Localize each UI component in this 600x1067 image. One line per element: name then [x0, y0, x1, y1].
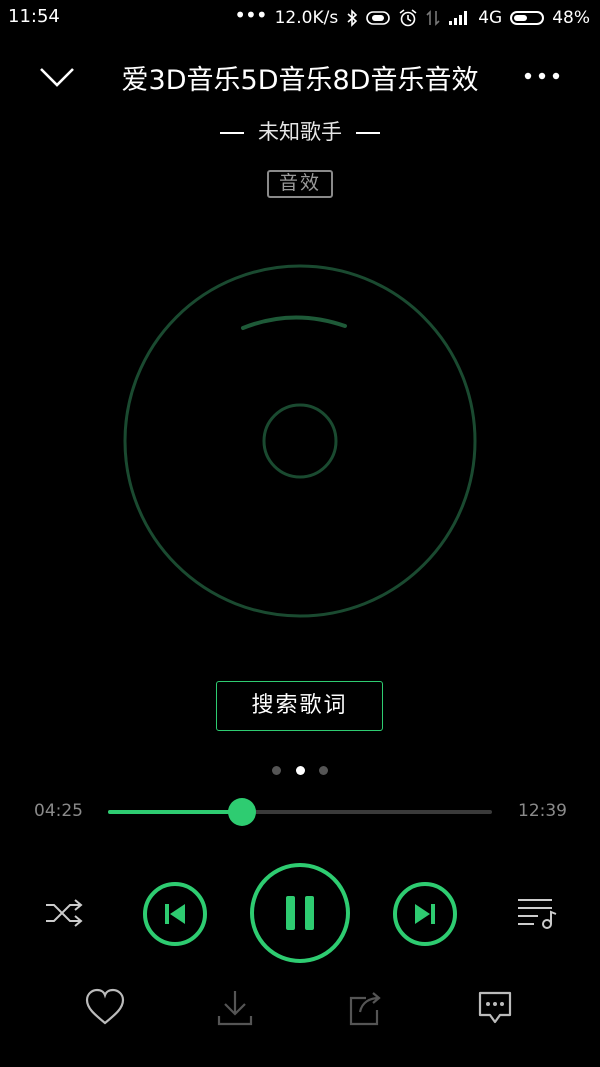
artist-dash-left: [220, 132, 244, 134]
bluetooth-icon: [347, 9, 358, 27]
sound-effect-badge[interactable]: 音效: [267, 170, 333, 198]
battery-icon: [510, 11, 545, 25]
search-lyrics-button[interactable]: 搜索歌词: [216, 681, 383, 731]
skip-next-icon: [415, 904, 435, 924]
pause-button[interactable]: [250, 863, 350, 963]
current-time: 04:25: [34, 801, 83, 821]
download-icon[interactable]: [216, 988, 254, 1028]
progress-slider[interactable]: [108, 798, 492, 826]
next-button[interactable]: [393, 882, 457, 946]
share-icon[interactable]: [346, 990, 384, 1028]
progress-played: [108, 810, 243, 814]
status-icons: ••• 12.0K/s 4G 48%: [234, 3, 590, 30]
total-time: 12:39: [518, 801, 567, 821]
network-speed: 12.0K/s: [274, 8, 339, 28]
network-type: 4G: [478, 8, 503, 28]
progress-thumb[interactable]: [228, 798, 257, 826]
song-title: 爱3D音乐5D音乐8D音乐音效: [121, 65, 479, 96]
shuffle-icon[interactable]: [44, 897, 84, 929]
status-time: 11:54: [8, 6, 60, 27]
disc-highlight-arc: [241, 315, 347, 330]
data-saver-icon: [366, 11, 391, 25]
previous-button[interactable]: [143, 882, 207, 946]
collapse-chevron-down-icon[interactable]: [38, 64, 76, 90]
data-arrows-icon: [426, 10, 440, 26]
pause-icon: [286, 896, 314, 930]
more-options-icon[interactable]: [522, 70, 562, 82]
vinyl-disc[interactable]: [123, 264, 477, 618]
artist-line[interactable]: 未知歌手: [150, 116, 450, 146]
notification-dots: •••: [234, 3, 267, 27]
page-dot[interactable]: [272, 766, 281, 775]
comment-icon[interactable]: [476, 990, 514, 1026]
battery-fill: [514, 15, 527, 21]
page-dot[interactable]: [319, 766, 328, 775]
status-bar: 11:54 ••• 12.0K/s 4G 48%: [0, 0, 600, 36]
skip-previous-icon: [165, 904, 185, 924]
alarm-icon: [399, 9, 417, 27]
artist-dash-right: [356, 132, 380, 134]
heart-icon[interactable]: [84, 988, 126, 1026]
battery-percent: 48%: [552, 8, 590, 28]
signal-icon: [449, 11, 468, 25]
playlist-icon[interactable]: [516, 896, 558, 930]
page-dot-active[interactable]: [296, 766, 305, 775]
artist-name: 未知歌手: [258, 120, 342, 144]
